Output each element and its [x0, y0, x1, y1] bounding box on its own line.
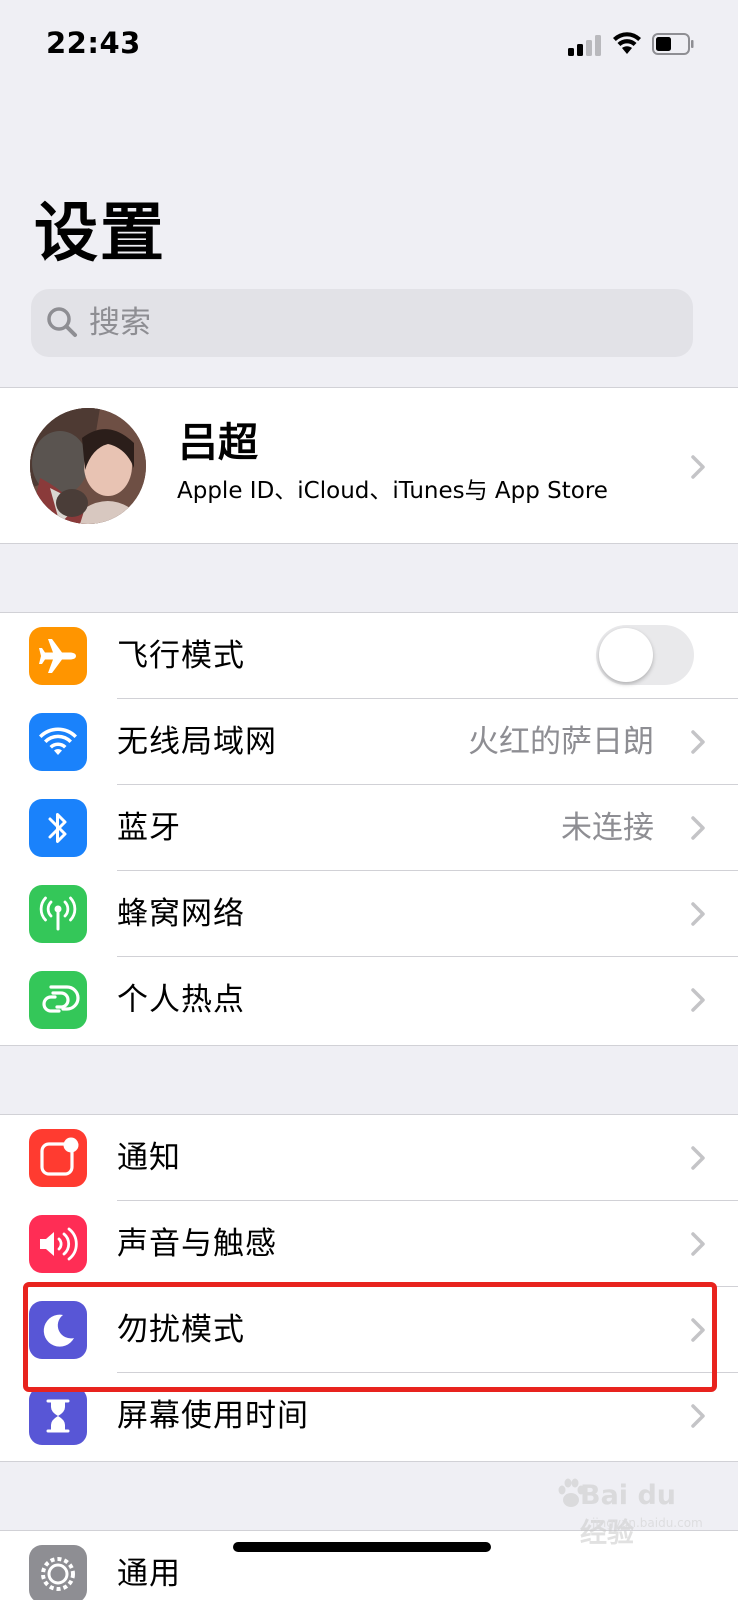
profile-subtitle: Apple ID、iCloud、iTunes与 App Store — [177, 478, 608, 504]
chevron-right-icon — [691, 730, 705, 754]
cellular-icon — [29, 885, 87, 943]
row-label: 无线局域网 — [117, 724, 277, 760]
row-label: 屏幕使用时间 — [117, 1398, 309, 1434]
wifi-status-icon — [613, 32, 641, 54]
cellular-signal-icon — [568, 34, 606, 56]
row-label: 通知 — [117, 1140, 181, 1176]
row-notifications[interactable]: 通知 — [0, 1115, 738, 1201]
row-label: 蓝牙 — [117, 810, 181, 846]
search-placeholder: 搜索 — [89, 305, 151, 341]
chevron-right-icon — [691, 1404, 705, 1428]
chevron-right-icon — [691, 816, 705, 840]
page-title: 设置 — [34, 197, 166, 271]
chevron-right-icon — [691, 455, 705, 479]
baidu-watermark: Bai du 经验 jingyan.baidu.com — [556, 1476, 706, 1549]
row-bluetooth[interactable]: 蓝牙 未连接 — [0, 785, 738, 871]
notifications-icon — [29, 1129, 87, 1187]
home-indicator[interactable] — [233, 1542, 491, 1552]
row-label: 勿扰模式 — [117, 1312, 245, 1348]
airplane-mode-toggle[interactable] — [596, 625, 694, 685]
row-screen-time[interactable]: 屏幕使用时间 — [0, 1373, 738, 1459]
row-label: 通用 — [117, 1556, 181, 1592]
row-label: 飞行模式 — [117, 638, 245, 674]
toggle-knob — [599, 628, 653, 682]
avatar — [30, 408, 146, 524]
battery-icon — [652, 33, 694, 55]
watermark-brand: Bai du 经验 — [580, 1480, 677, 1549]
row-airplane-mode[interactable]: 飞行模式 — [0, 613, 738, 699]
airplane-icon — [29, 627, 87, 685]
search-icon — [47, 307, 77, 337]
row-personal-hotspot[interactable]: 个人热点 — [0, 957, 738, 1043]
chevron-right-icon — [691, 1146, 705, 1170]
chevron-right-icon — [691, 1232, 705, 1256]
profile-name: 吕超 — [178, 420, 258, 466]
moon-icon — [29, 1301, 87, 1359]
apple-id-profile-row[interactable] — [0, 387, 738, 544]
bluetooth-icon — [29, 799, 87, 857]
notifications-section: 通知 声音与触感 勿扰模式 屏幕使用时间 — [0, 1114, 738, 1462]
chevron-right-icon — [691, 988, 705, 1012]
status-time: 22:43 — [46, 26, 141, 60]
chevron-right-icon — [691, 902, 705, 926]
gear-icon — [29, 1545, 87, 1600]
wifi-icon — [29, 713, 87, 771]
chevron-right-icon — [691, 1318, 705, 1342]
sound-icon — [29, 1215, 87, 1273]
search-bar[interactable]: 搜索 — [31, 289, 693, 357]
bluetooth-status-value: 未连接 — [561, 810, 654, 846]
watermark-url: jingyan.baidu.com — [592, 1516, 703, 1530]
connectivity-section: 飞行模式 无线局域网 火红的萨日朗 蓝牙 未连接 蜂窝网络 个人热点 — [0, 612, 738, 1046]
row-do-not-disturb[interactable]: 勿扰模式 — [0, 1287, 738, 1373]
row-label: 个人热点 — [117, 982, 245, 1018]
hotspot-icon — [29, 971, 87, 1029]
wifi-network-value: 火红的萨日朗 — [468, 724, 654, 760]
row-wifi[interactable]: 无线局域网 火红的萨日朗 — [0, 699, 738, 785]
hourglass-icon — [29, 1387, 87, 1445]
row-label: 声音与触感 — [117, 1226, 277, 1262]
row-cellular[interactable]: 蜂窝网络 — [0, 871, 738, 957]
status-bar: 22:43 — [0, 0, 738, 90]
row-sounds-haptics[interactable]: 声音与触感 — [0, 1201, 738, 1287]
row-label: 蜂窝网络 — [117, 896, 245, 932]
